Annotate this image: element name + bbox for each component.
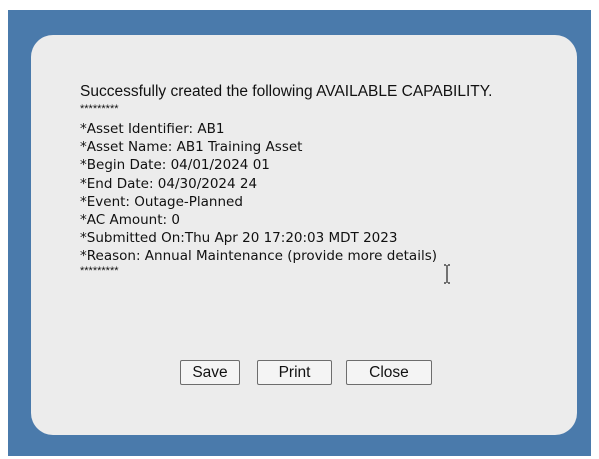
- message-content: Successfully created the following AVAIL…: [80, 83, 560, 282]
- detail-begin-date: *Begin Date: 04/01/2024 01: [80, 157, 270, 174]
- print-button[interactable]: Print: [257, 360, 332, 385]
- button-row: Save Print Close: [180, 360, 432, 385]
- detail-event: *Event: Outage-Planned: [80, 193, 243, 210]
- save-button[interactable]: Save: [180, 360, 240, 385]
- text-cursor-icon: [444, 264, 450, 284]
- detail-ac-amount: *AC Amount: 0: [80, 212, 180, 229]
- detail-reason: *Reason: Annual Maintenance (provide mor…: [80, 248, 437, 265]
- success-headline: Successfully created the following AVAIL…: [80, 83, 493, 100]
- separator-top: *********: [80, 103, 119, 115]
- detail-submitted-on: *Submitted On:Thu Apr 20 17:20:03 MDT 20…: [80, 230, 398, 247]
- detail-asset-identifier: *Asset Identifier: AB1: [80, 121, 225, 137]
- detail-end-date: *End Date: 04/30/2024 24: [80, 175, 258, 192]
- separator-bottom: *********: [80, 264, 119, 277]
- detail-asset-name: *Asset Name: AB1 Training Asset: [80, 139, 303, 156]
- confirmation-dialog: Successfully created the following AVAIL…: [31, 35, 577, 435]
- close-button[interactable]: Close: [346, 360, 432, 385]
